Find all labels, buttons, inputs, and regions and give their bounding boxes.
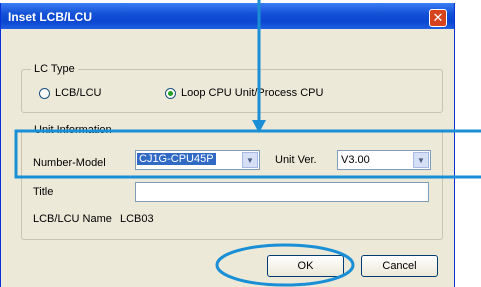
cancel-button-label: Cancel xyxy=(382,260,417,272)
radio-loop-cpu-unit-label: Loop CPU Unit/Process CPU xyxy=(181,87,324,99)
unit-ver-select[interactable]: V3.00 ▼ xyxy=(337,150,431,170)
lc-type-legend: LC Type xyxy=(31,63,78,75)
close-icon: ✕ xyxy=(432,10,444,25)
dropdown-arrow-icon[interactable]: ▼ xyxy=(413,152,429,168)
dialog-title: Inset LCB/LCU xyxy=(8,10,92,24)
title-input[interactable] xyxy=(135,182,429,202)
radio-lcb-lcu-label: LCB/LCU xyxy=(55,87,102,99)
number-model-select[interactable]: CJ1G-CPU45P ▼ xyxy=(135,150,260,170)
lc-type-group: LC Type LCB/LCU Loop CPU Unit/Process CP… xyxy=(21,63,443,113)
ok-button-label: OK xyxy=(297,260,314,272)
dropdown-arrow-icon[interactable]: ▼ xyxy=(242,152,258,168)
insert-lcb-lcu-dialog: Inset LCB/LCU ✕ LC Type LCB/LCU Loop CPU… xyxy=(0,3,455,287)
radio-lcb-lcu[interactable]: LCB/LCU xyxy=(39,87,101,99)
unit-information-group: Unit Information Number-Model CJ1G-CPU45… xyxy=(21,124,443,240)
close-button[interactable]: ✕ xyxy=(429,9,447,27)
unit-ver-value: V3.00 xyxy=(341,154,370,166)
radio-button-icon xyxy=(39,87,50,99)
number-model-value: CJ1G-CPU45P xyxy=(137,153,216,165)
title-label: Title xyxy=(33,186,54,198)
lcb-lcu-name-label: LCB/LCU Name xyxy=(33,213,112,225)
radio-button-selected-icon xyxy=(165,87,176,99)
radio-loop-cpu-unit[interactable]: Loop CPU Unit/Process CPU xyxy=(165,87,323,99)
unit-ver-label: Unit Ver. xyxy=(275,154,317,166)
cancel-button[interactable]: Cancel xyxy=(361,255,438,277)
lcb-lcu-name-value: LCB03 xyxy=(120,213,154,225)
ok-button[interactable]: OK xyxy=(267,255,344,277)
title-bar[interactable]: Inset LCB/LCU ✕ xyxy=(1,3,454,29)
unit-information-legend: Unit Information xyxy=(31,124,115,136)
number-model-label: Number-Model xyxy=(33,157,106,169)
